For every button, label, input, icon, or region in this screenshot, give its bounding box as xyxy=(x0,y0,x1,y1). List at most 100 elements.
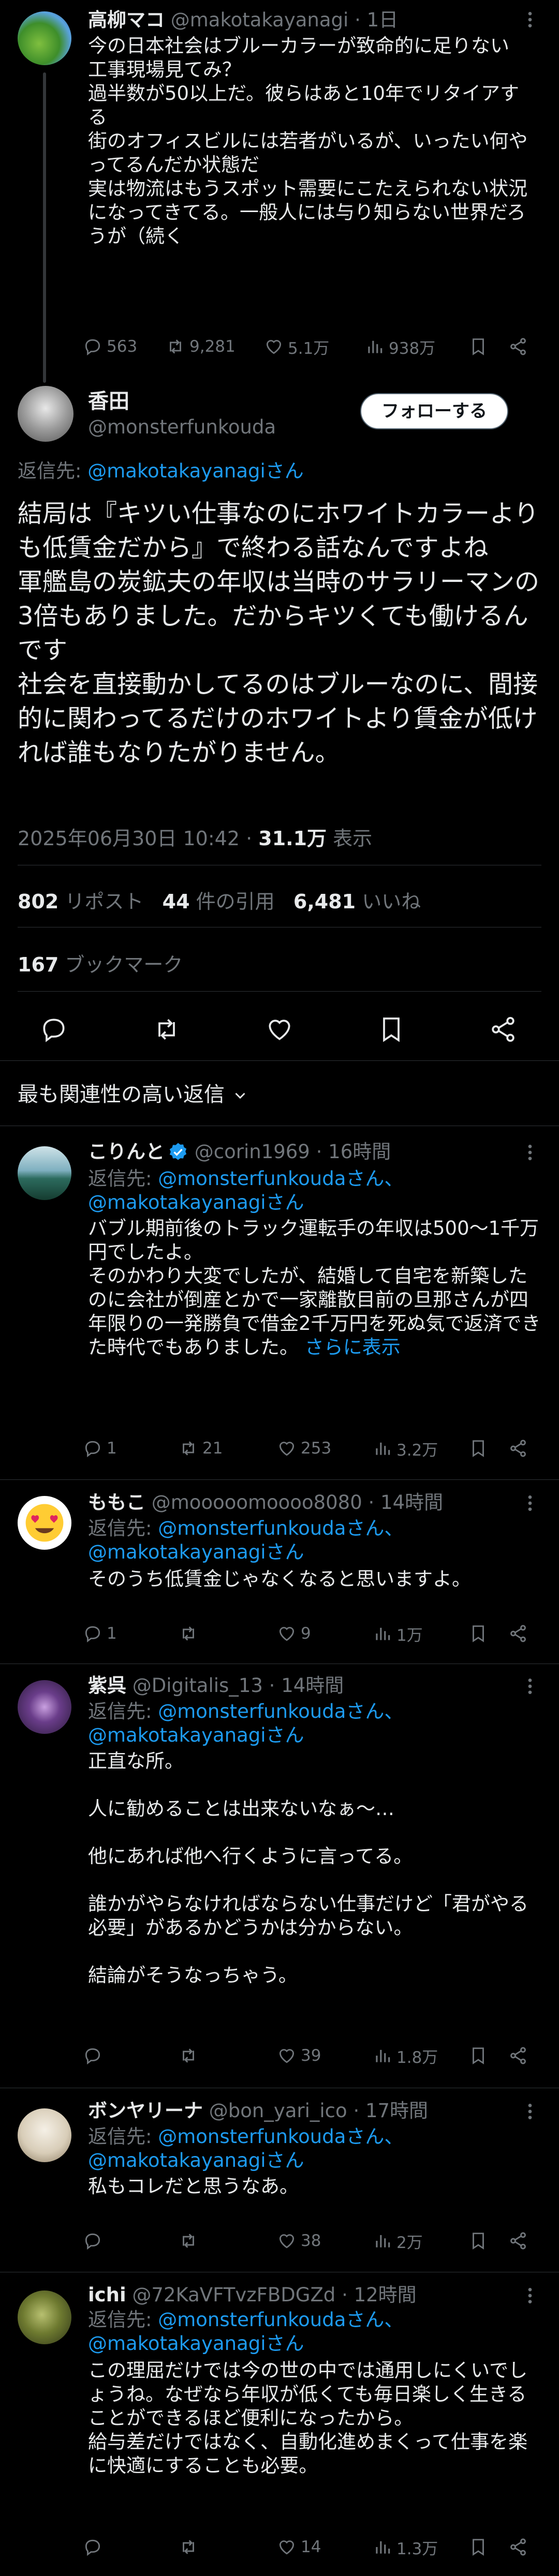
like-button[interactable]: 5.1万 xyxy=(264,331,329,362)
repost-button[interactable] xyxy=(179,2225,202,2256)
reply-tweet[interactable]: こりんと @corin1969 · 16時間 返信先: @monsterfunk… xyxy=(0,1126,559,1479)
reply-to-link[interactable]: @makotakayanagiさん xyxy=(88,1724,304,1746)
like-button[interactable]: 9 xyxy=(277,1618,311,1649)
like-button[interactable]: 39 xyxy=(277,2040,321,2071)
tweet-time[interactable]: · 12時間 xyxy=(342,2284,417,2306)
views-button[interactable]: 3.2万 xyxy=(373,1433,438,1464)
author-name[interactable]: ichi xyxy=(88,2284,126,2306)
views-button[interactable]: 938万 xyxy=(365,331,435,362)
share-icon[interactable] xyxy=(508,2046,528,2065)
bookmark-icon[interactable] xyxy=(468,337,488,356)
repost-icon[interactable] xyxy=(152,1015,181,1044)
more-icon[interactable] xyxy=(520,1676,540,1697)
reply-icon[interactable] xyxy=(39,1015,68,1044)
share-icon[interactable] xyxy=(508,2231,528,2251)
like-button[interactable]: 38 xyxy=(277,2225,321,2256)
reply-sort-dropdown[interactable]: 最も関連性の高い返信 xyxy=(18,1079,249,1110)
like-button[interactable]: 14 xyxy=(277,2532,321,2563)
reply-tweet[interactable]: 紫呉 @Digitalis_13 · 14時間 返信先: @monsterfun… xyxy=(0,1664,559,2088)
author-name[interactable]: 紫呉 xyxy=(88,1674,126,1697)
author-handle[interactable]: @mooooomoooo8080 xyxy=(152,1491,362,1514)
share-icon[interactable] xyxy=(489,1015,518,1044)
views-button[interactable]: 2万 xyxy=(373,2225,423,2256)
author-handle[interactable]: @Digitalis_13 xyxy=(133,1674,263,1697)
show-more-link[interactable]: さらに表示 xyxy=(305,1336,401,1358)
reposts-stat[interactable]: 802 リポスト xyxy=(18,890,143,913)
author-handle[interactable]: @corin1969 xyxy=(195,1141,310,1163)
bookmark-icon[interactable] xyxy=(468,2537,488,2557)
more-icon[interactable] xyxy=(520,9,540,30)
reply-button[interactable]: 1 xyxy=(83,1433,117,1464)
parent-tweet[interactable]: 高柳マコ @makotakayanagi · 1日 今の日本社会はブルーカラーが… xyxy=(0,0,559,383)
more-icon[interactable] xyxy=(520,1142,540,1163)
author-handle[interactable]: @bon_yari_ico xyxy=(209,2100,347,2122)
bookmark-icon[interactable] xyxy=(468,2046,488,2065)
more-icon[interactable] xyxy=(520,2285,540,2306)
reply-to-link[interactable]: @makotakayanagiさん xyxy=(88,1191,304,1214)
reply-to-link[interactable]: @monsterfunkoudaさん、 xyxy=(158,2125,403,2148)
repost-button[interactable]: 21 xyxy=(179,1433,223,1464)
main-author-name[interactable]: 香田 xyxy=(88,388,129,415)
author-name[interactable]: ボンヤリーナ xyxy=(88,2100,203,2122)
reply-to-link[interactable]: @makotakayanagiさん xyxy=(88,2332,304,2355)
bookmark-icon[interactable] xyxy=(377,1015,406,1044)
like-button[interactable]: 253 xyxy=(277,1433,331,1464)
avatar[interactable] xyxy=(18,1680,71,1734)
avatar[interactable] xyxy=(18,1146,71,1200)
reply-button[interactable] xyxy=(83,2532,107,2563)
reply-button[interactable]: 1 xyxy=(83,1618,117,1649)
likes-stat[interactable]: 6,481 いいね xyxy=(293,890,421,913)
repost-button[interactable] xyxy=(179,2040,202,2071)
tweet-time[interactable]: · 1日 xyxy=(355,9,398,31)
heart-icon[interactable] xyxy=(265,1015,294,1044)
share-icon[interactable] xyxy=(508,337,528,356)
reply-tweet[interactable]: ボンヤリーナ @bon_yari_ico · 17時間 返信先: @monste… xyxy=(0,2088,559,2272)
avatar[interactable] xyxy=(18,1496,71,1550)
bookmarks-stat[interactable]: 167 ブックマーク xyxy=(18,949,183,977)
reply-to-link[interactable]: @monsterfunkoudaさん、 xyxy=(158,1700,403,1723)
views-button[interactable]: 1万 xyxy=(373,1618,423,1649)
quotes-stat[interactable]: 44 件の引用 xyxy=(163,890,275,913)
more-icon[interactable] xyxy=(520,1493,540,1514)
share-icon[interactable] xyxy=(508,1624,528,1643)
reply-icon xyxy=(85,339,100,356)
views-button[interactable]: 1.3万 xyxy=(373,2532,438,2563)
reply-to-link[interactable]: @makotakayanagiさん xyxy=(88,2149,304,2171)
reply-to-link[interactable]: @makotakayanagiさん xyxy=(87,460,304,482)
tweet-time[interactable]: · 16時間 xyxy=(316,1141,391,1163)
bookmark-icon[interactable] xyxy=(468,2231,488,2251)
views-button[interactable]: 1.8万 xyxy=(373,2040,438,2071)
reply-button[interactable]: 563 xyxy=(83,331,137,362)
reply-button[interactable] xyxy=(83,2225,107,2256)
tweet-time[interactable]: · 14時間 xyxy=(269,1674,344,1697)
reply-to-link[interactable]: @makotakayanagiさん xyxy=(88,1541,304,1563)
avatar[interactable] xyxy=(18,2290,71,2344)
author-name[interactable]: 高柳マコ xyxy=(88,9,165,31)
tweet-time[interactable]: · 17時間 xyxy=(353,2100,428,2122)
share-icon[interactable] xyxy=(508,2537,528,2557)
main-avatar[interactable] xyxy=(18,386,73,442)
repost-button[interactable] xyxy=(179,1618,202,1649)
more-icon[interactable] xyxy=(520,2101,540,2122)
reply-tweet[interactable]: ichi @72KaVFTvzFBDGZd · 12時間 返信先: @monst… xyxy=(0,2272,559,2576)
reply-button[interactable] xyxy=(83,2040,107,2071)
repost-button[interactable]: 9,281 xyxy=(166,331,236,362)
author-name[interactable]: ももこ xyxy=(88,1491,145,1514)
share-icon[interactable] xyxy=(508,1439,528,1458)
repost-button[interactable] xyxy=(179,2532,202,2563)
follow-button[interactable]: フォローする xyxy=(360,393,508,429)
author-handle[interactable]: @72KaVFTvzFBDGZd xyxy=(132,2284,335,2306)
reply-tweet[interactable]: ももこ @mooooomoooo8080 · 14時間 返信先: @monste… xyxy=(0,1479,559,1664)
reply-to-link[interactable]: @monsterfunkoudaさん、 xyxy=(158,2309,403,2331)
author-handle[interactable]: @makotakayanagi xyxy=(171,9,349,31)
main-author-handle[interactable]: @monsterfunkouda xyxy=(88,415,276,440)
tweet-time[interactable]: · 14時間 xyxy=(369,1491,444,1514)
reply-to-link[interactable]: @monsterfunkoudaさん、 xyxy=(158,1517,403,1539)
bookmark-icon[interactable] xyxy=(468,1439,488,1458)
tweet-timestamp[interactable]: 2025年06月30日 10:42 · xyxy=(18,827,258,850)
avatar[interactable] xyxy=(18,11,71,65)
bookmark-icon[interactable] xyxy=(468,1624,488,1643)
author-name[interactable]: こりんと xyxy=(88,1141,165,1163)
avatar[interactable] xyxy=(18,2108,71,2162)
reply-to-link[interactable]: @monsterfunkoudaさん、 xyxy=(158,1167,403,1190)
